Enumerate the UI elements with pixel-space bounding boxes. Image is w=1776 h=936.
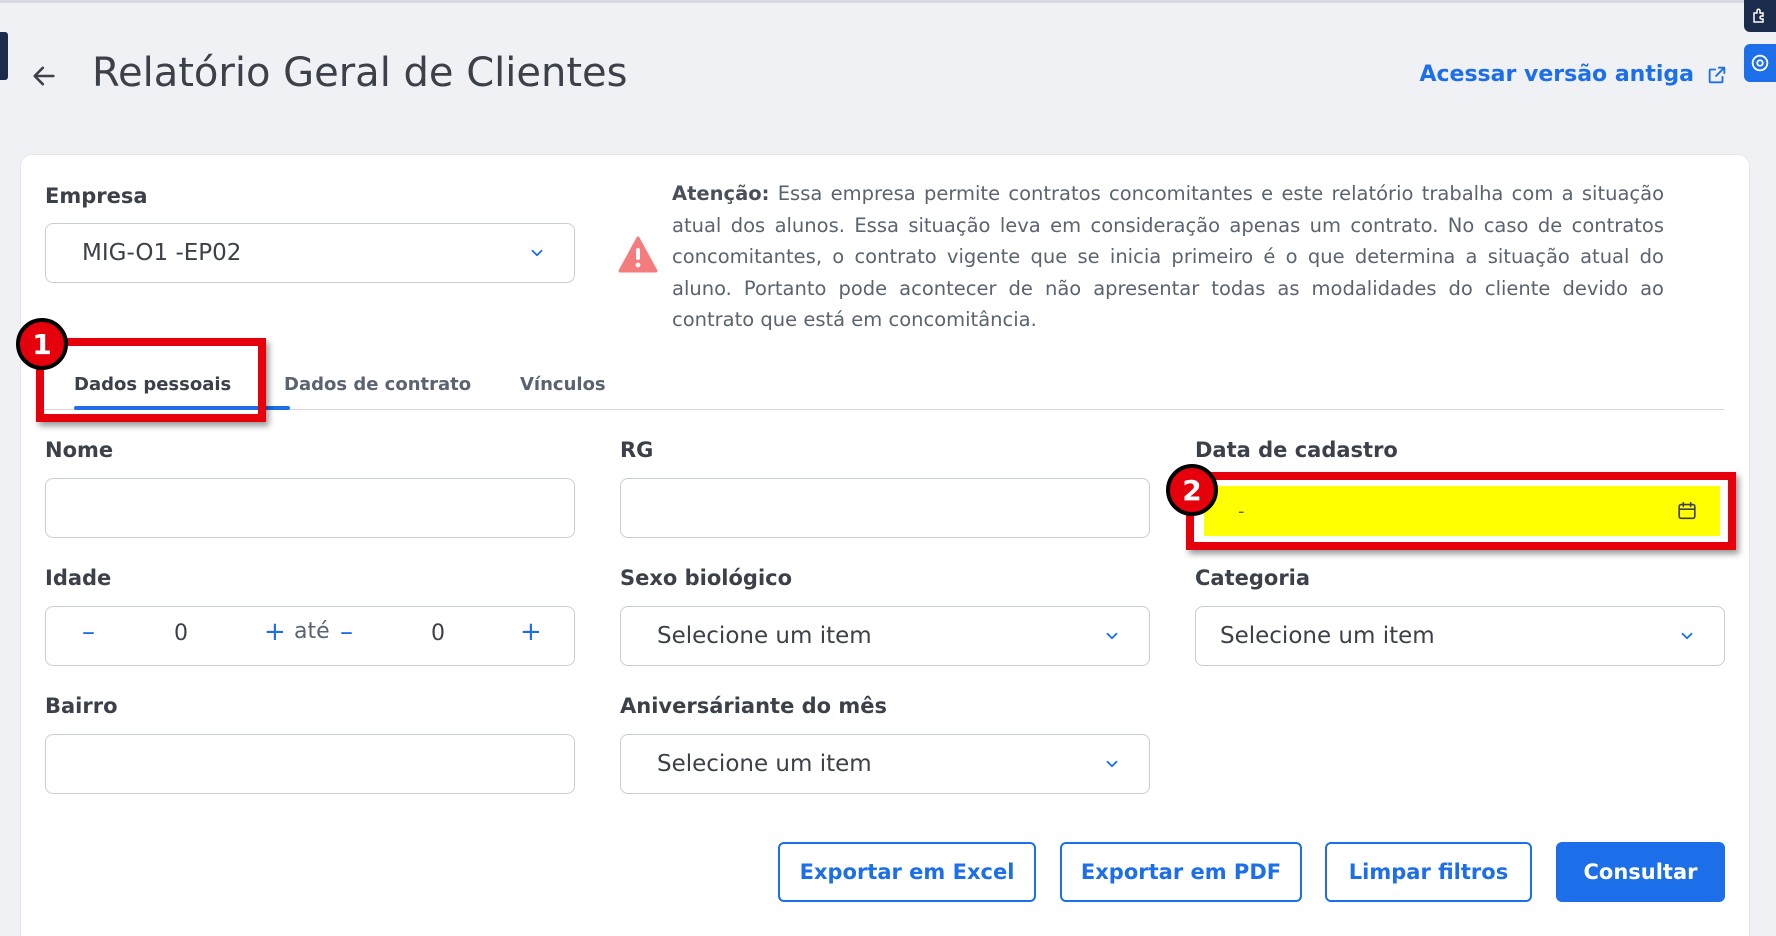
old-version-link-label: Acessar versão antiga	[1419, 62, 1694, 87]
tab-vinculos[interactable]: Vínculos	[520, 370, 606, 410]
export-excel-button[interactable]: Exportar em Excel	[778, 842, 1036, 902]
idade-min-increment[interactable]: +	[264, 617, 286, 647]
chevron-down-icon	[1106, 632, 1118, 640]
warning-icon	[618, 236, 658, 273]
old-version-link[interactable]: Acessar versão antiga	[1419, 62, 1728, 87]
annotation-box-2	[1186, 472, 1736, 550]
rg-label: RG	[620, 438, 654, 462]
sexo-label: Sexo biológico	[620, 566, 793, 590]
empresa-label: Empresa	[45, 184, 148, 208]
consultar-button[interactable]: Consultar	[1556, 842, 1725, 902]
puzzle-icon	[1753, 8, 1764, 23]
empresa-select[interactable]: MIG-O1 -EP02	[45, 223, 575, 283]
tab-dados-de-contrato[interactable]: Dados de contrato	[284, 370, 471, 410]
assistant-icon	[1751, 54, 1769, 72]
warning-body: Essa empresa permite contratos concomita…	[672, 182, 1664, 331]
arrow-left-icon	[33, 66, 55, 86]
external-link-icon	[1708, 66, 1726, 83]
back-button[interactable]	[28, 60, 60, 92]
annotation-box-1	[36, 338, 266, 422]
categoria-select[interactable]: Selecione um item	[1195, 606, 1725, 666]
assistant-widget[interactable]	[1744, 44, 1776, 82]
idade-min-value[interactable]: 0	[174, 621, 188, 646]
idade-separator: até	[294, 619, 330, 644]
tab-bar: Dados pessoais Dados de contrato Vínculo…	[44, 370, 1724, 410]
sexo-value: Selecione um item	[657, 623, 872, 649]
top-border	[0, 0, 1776, 3]
sexo-select[interactable]: Selecione um item	[620, 606, 1150, 666]
warning-prefix: Atenção:	[672, 182, 770, 205]
clear-filters-button[interactable]: Limpar filtros	[1325, 842, 1532, 902]
categoria-value: Selecione um item	[1220, 623, 1435, 649]
warning-text: Atenção: Essa empresa permite contratos …	[672, 178, 1664, 336]
idade-range: – 0 + até – 0 +	[45, 606, 575, 666]
chevron-down-icon	[1681, 632, 1693, 640]
extension-widget-top[interactable]	[1744, 0, 1776, 32]
bairro-input[interactable]	[45, 734, 575, 794]
annotation-badge-2: 2	[1166, 464, 1218, 516]
idade-max-decrement[interactable]: –	[340, 617, 353, 647]
aniversariante-select[interactable]: Selecione um item	[620, 734, 1150, 794]
export-pdf-button[interactable]: Exportar em PDF	[1060, 842, 1302, 902]
chevron-down-icon	[1106, 760, 1118, 768]
annotation-badge-1: 1	[16, 318, 68, 370]
categoria-label: Categoria	[1195, 566, 1311, 590]
aniversariante-value: Selecione um item	[657, 751, 872, 777]
rg-input[interactable]	[620, 478, 1150, 538]
page-title: Relatório Geral de Clientes	[92, 50, 628, 96]
idade-min-decrement[interactable]: –	[82, 617, 95, 647]
chevron-down-icon	[531, 249, 543, 257]
data-cadastro-label: Data de cadastro	[1195, 438, 1398, 462]
nome-input[interactable]	[45, 478, 575, 538]
aniversariante-label: Aniversáriante do mês	[620, 694, 888, 718]
idade-max-increment[interactable]: +	[520, 617, 542, 647]
idade-max-value[interactable]: 0	[431, 621, 445, 646]
empresa-value: MIG-O1 -EP02	[82, 240, 242, 266]
bairro-label: Bairro	[45, 694, 118, 718]
left-side-tab[interactable]	[0, 32, 8, 80]
nome-label: Nome	[45, 438, 114, 462]
idade-label: Idade	[45, 566, 112, 590]
